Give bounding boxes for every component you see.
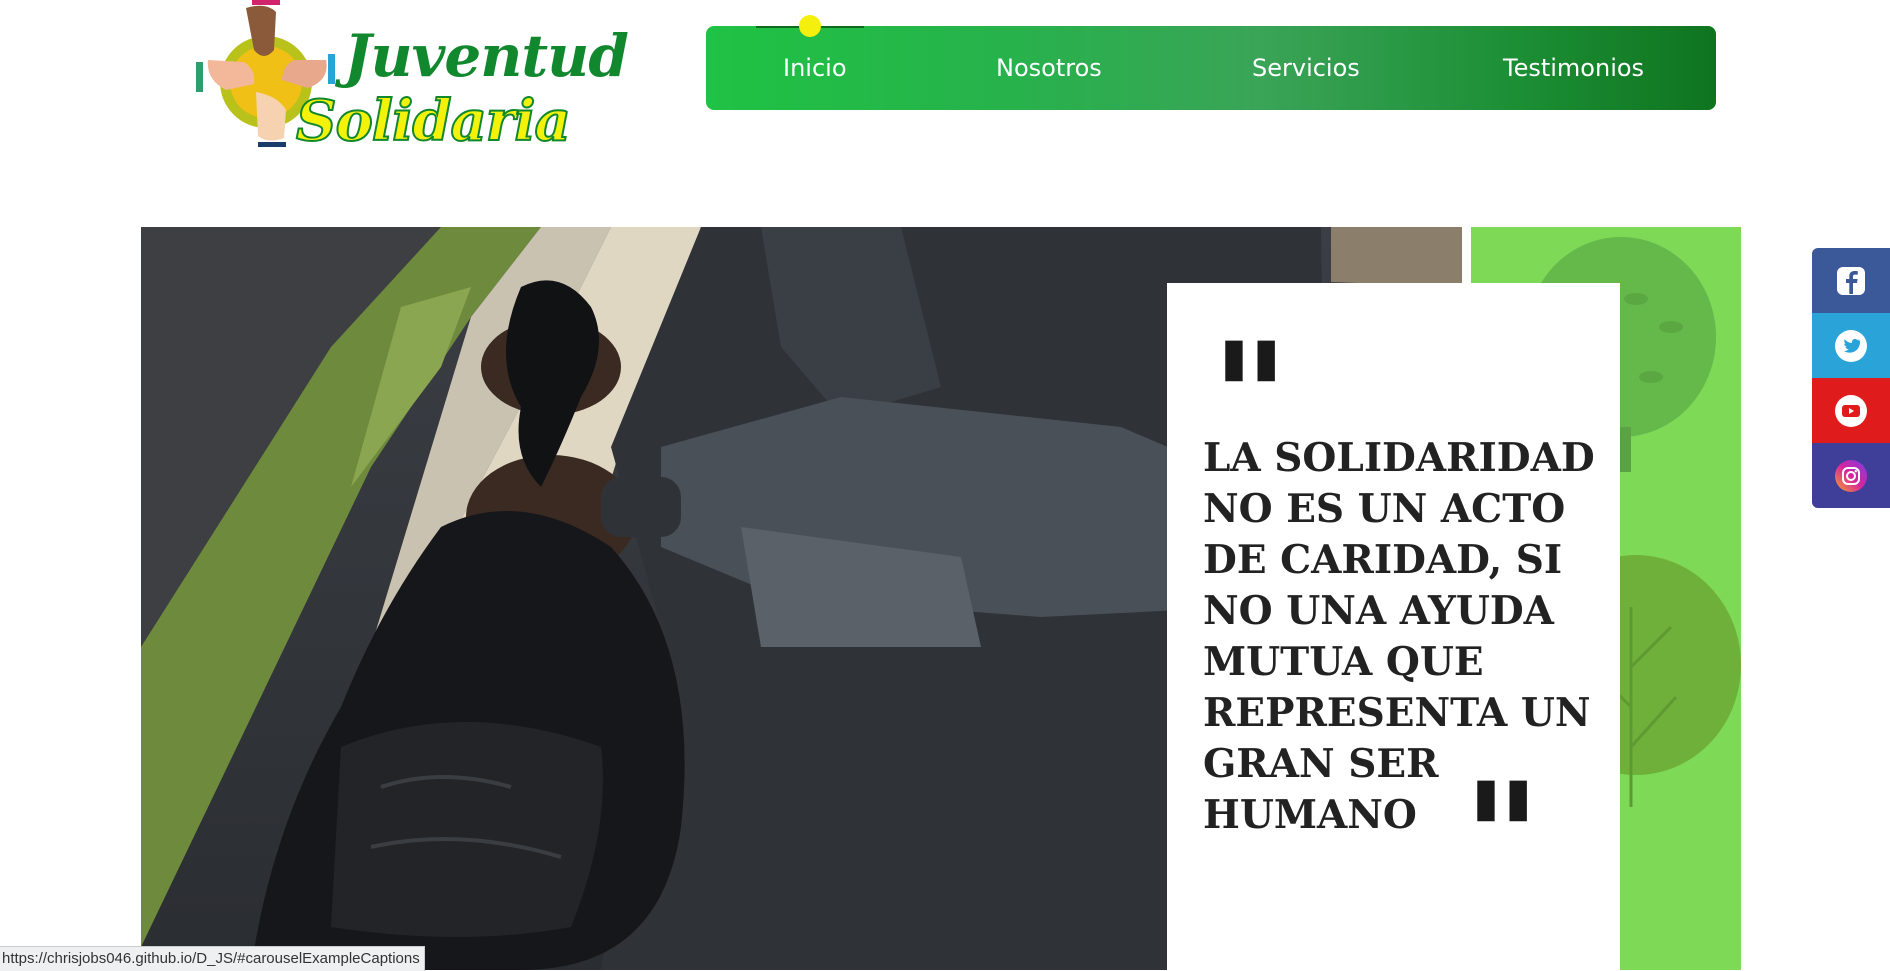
facebook-icon: [1837, 266, 1865, 295]
nav-item-inicio[interactable]: Inicio: [783, 54, 847, 82]
logo-word-juventud: Juventud: [344, 22, 629, 90]
quote-card: " LA SOLIDARIDAD NO ES UN ACTO DE CARIDA…: [1167, 283, 1620, 970]
close-quote-mark: ": [1463, 750, 1542, 926]
facebook-button[interactable]: [1812, 248, 1890, 313]
hero-carousel-slide: " LA SOLIDARIDAD NO ES UN ACTO DE CARIDA…: [141, 227, 1741, 970]
youtube-icon: [1835, 394, 1867, 427]
nav-item-servicios[interactable]: Servicios: [1252, 54, 1360, 82]
nav-item-testimonios[interactable]: Testimonios: [1503, 54, 1644, 82]
logo-word-solidaria: Solidaria: [295, 87, 572, 155]
twitter-icon: [1835, 329, 1867, 362]
instagram-button[interactable]: [1812, 443, 1890, 508]
twitter-button[interactable]: [1812, 313, 1890, 378]
hero-quote-text: LA SOLIDARIDAD NO ES UN ACTO DE CARIDAD,…: [1203, 435, 1595, 838]
youtube-button[interactable]: [1812, 378, 1890, 443]
site-logo[interactable]: Juventud Solidaria: [196, 0, 629, 155]
main-nav: Inicio Nosotros Servicios Testimonios: [706, 15, 1716, 110]
nav-item-nosotros[interactable]: Nosotros: [996, 54, 1102, 82]
nav-active-dot: [799, 15, 821, 37]
browser-status-url: https://chrisjobs046.github.io/D_JS/#car…: [0, 946, 425, 971]
instagram-icon: [1835, 459, 1867, 492]
social-sidebar: [1812, 248, 1890, 508]
